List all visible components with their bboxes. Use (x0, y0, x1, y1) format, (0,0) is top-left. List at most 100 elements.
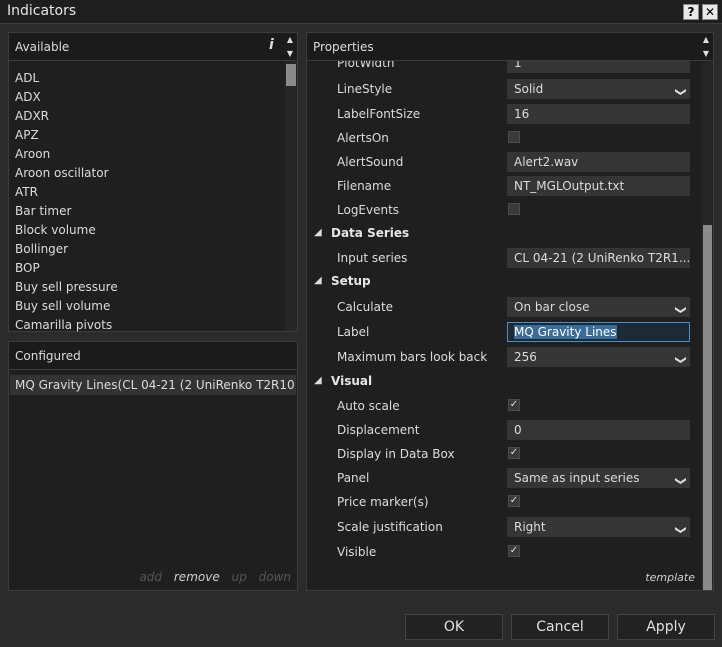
properties-header: Properties ▲ ▼ (307, 33, 713, 61)
configured-item[interactable]: MQ Gravity Lines(CL 04-21 (2 UniRenko T2… (10, 375, 296, 395)
prop-row-inputseries[interactable]: Input series CL 04-21 (2 UniRenko T2R1..… (307, 246, 700, 270)
prop-label: Maximum bars look back (337, 350, 488, 364)
prop-row-alertsound[interactable]: AlertSound Alert2.wav (307, 150, 700, 174)
available-scrollbar[interactable] (285, 62, 297, 331)
category-data-series[interactable]: ◢ Data Series (307, 222, 700, 246)
list-item[interactable]: Aroon (15, 145, 118, 164)
list-item[interactable]: Aroon oscillator (15, 164, 118, 183)
alertsound-input[interactable]: Alert2.wav (507, 152, 690, 172)
prop-row-panel[interactable]: Panel Same as input series ❯ (307, 466, 700, 490)
cancel-button[interactable]: Cancel (511, 614, 609, 640)
pricemarker-checkbox[interactable]: ✓ (508, 495, 520, 507)
scrollbar-thumb[interactable] (286, 64, 296, 86)
chevron-down-icon: ❯ (674, 476, 688, 486)
down-button[interactable]: down (259, 570, 291, 584)
category-setup[interactable]: ◢ Setup (307, 270, 700, 294)
chevron-down-icon: ❯ (674, 355, 688, 365)
configured-actions: add remove up down (131, 570, 291, 584)
ok-button[interactable]: OK (405, 614, 503, 640)
category-visual[interactable]: ◢ Visual (307, 370, 700, 394)
displacement-input[interactable]: 0 (507, 420, 690, 440)
prop-label: Scale justification (337, 520, 443, 534)
panel-select[interactable]: Same as input series ❯ (507, 468, 690, 488)
scroll-down-icon[interactable]: ▼ (699, 47, 713, 61)
databox-checkbox[interactable]: ✓ (508, 447, 520, 459)
template-link[interactable]: template (645, 571, 695, 584)
list-item[interactable]: Buy sell pressure (15, 278, 118, 297)
scroll-down-icon[interactable]: ▼ (283, 47, 297, 61)
prop-row-maxbars[interactable]: Maximum bars look back 256 ❯ (307, 345, 700, 369)
list-item[interactable]: ADX (15, 88, 118, 107)
list-item[interactable]: Buy sell volume (15, 297, 118, 316)
visible-checkbox[interactable]: ✓ (508, 545, 520, 557)
add-button[interactable]: add (139, 570, 162, 584)
collapse-triangle-icon[interactable]: ◢ (314, 375, 322, 386)
prop-row-label[interactable]: Label MQ Gravity Lines (307, 320, 700, 344)
scalejust-select[interactable]: Right ❯ (507, 517, 690, 537)
apply-button[interactable]: Apply (617, 614, 715, 640)
prop-row-pricemarker[interactable]: Price marker(s) ✓ (307, 490, 700, 514)
available-title: Available (15, 40, 70, 54)
labelfontsize-input[interactable]: 16 (507, 104, 690, 124)
maxbars-select[interactable]: 256 ❯ (507, 347, 690, 367)
properties-spinner[interactable]: ▲ ▼ (699, 33, 713, 61)
title-bar: Indicators ? ✕ (0, 0, 722, 24)
logevents-checkbox[interactable] (508, 203, 520, 215)
prop-label: LabelFontSize (337, 107, 421, 121)
window-title: Indicators (7, 3, 77, 19)
help-button[interactable]: ? (683, 4, 699, 20)
collapse-triangle-icon[interactable]: ◢ (314, 275, 322, 286)
properties-scrollbar[interactable] (702, 62, 713, 590)
prop-label: Panel (337, 471, 370, 485)
prop-row-autoscale[interactable]: Auto scale ✓ (307, 394, 700, 418)
prop-label: Displacement (337, 423, 420, 437)
prop-row-labelfontsize[interactable]: LabelFontSize 16 (307, 102, 700, 126)
list-item[interactable]: ADXR (15, 107, 118, 126)
available-list: ADL ADX ADXR APZ Aroon Aroon oscillator … (15, 69, 118, 332)
list-item[interactable]: ATR (15, 183, 118, 202)
prop-row-displacement[interactable]: Displacement 0 (307, 418, 700, 442)
remove-button[interactable]: remove (174, 570, 220, 584)
prop-row-alertson[interactable]: AlertsOn (307, 126, 700, 150)
scroll-up-icon[interactable]: ▲ (283, 33, 297, 47)
prop-row-databox[interactable]: Display in Data Box ✓ (307, 442, 700, 466)
chevron-down-icon: ❯ (674, 305, 688, 315)
scrollbar-thumb[interactable] (703, 225, 712, 590)
close-button[interactable]: ✕ (702, 4, 718, 20)
available-panel: Available i ▲ ▼ ADL ADX ADXR APZ Aroon A… (8, 32, 298, 332)
chevron-down-icon: ❯ (674, 87, 688, 97)
list-item[interactable]: APZ (15, 126, 118, 145)
linestyle-select[interactable]: Solid ❯ (507, 79, 690, 99)
autoscale-checkbox[interactable]: ✓ (508, 399, 520, 411)
list-item[interactable]: Block volume (15, 221, 118, 240)
available-header: Available i ▲ ▼ (9, 33, 297, 61)
prop-label: AlertsOn (337, 131, 389, 145)
prop-row-visible[interactable]: Visible ✓ (307, 540, 700, 564)
up-button[interactable]: up (232, 570, 247, 584)
prop-label: Input series (337, 251, 408, 265)
list-item[interactable]: ADL (15, 69, 118, 88)
prop-label: Price marker(s) (337, 495, 429, 509)
list-item[interactable]: BOP (15, 259, 118, 278)
prop-row-scalejust[interactable]: Scale justification Right ❯ (307, 515, 700, 539)
available-spinner[interactable]: ▲ ▼ (283, 33, 297, 61)
calculate-select[interactable]: On bar close ❯ (507, 297, 690, 317)
list-item[interactable]: Bar timer (15, 202, 118, 221)
prop-label: Display in Data Box (337, 447, 455, 461)
prop-row-filename[interactable]: Filename NT_MGLOutput.txt (307, 174, 700, 198)
prop-row-linestyle[interactable]: LineStyle Solid ❯ (307, 77, 700, 101)
label-input[interactable]: MQ Gravity Lines (507, 322, 690, 342)
alertson-checkbox[interactable] (508, 131, 520, 143)
prop-row-logevents[interactable]: LogEvents (307, 198, 700, 222)
list-item[interactable]: Camarilla pivots (15, 316, 118, 332)
prop-label: Auto scale (337, 399, 400, 413)
info-icon[interactable]: i (269, 37, 274, 53)
prop-label: Filename (337, 179, 392, 193)
collapse-triangle-icon[interactable]: ◢ (314, 227, 322, 238)
list-item[interactable]: Bollinger (15, 240, 118, 259)
filename-input[interactable]: NT_MGLOutput.txt (507, 176, 690, 196)
prop-row-calculate[interactable]: Calculate On bar close ❯ (307, 295, 700, 319)
scroll-up-icon[interactable]: ▲ (699, 33, 713, 47)
configured-title: Configured (15, 349, 81, 363)
inputseries-field[interactable]: CL 04-21 (2 UniRenko T2R1... (507, 248, 690, 268)
